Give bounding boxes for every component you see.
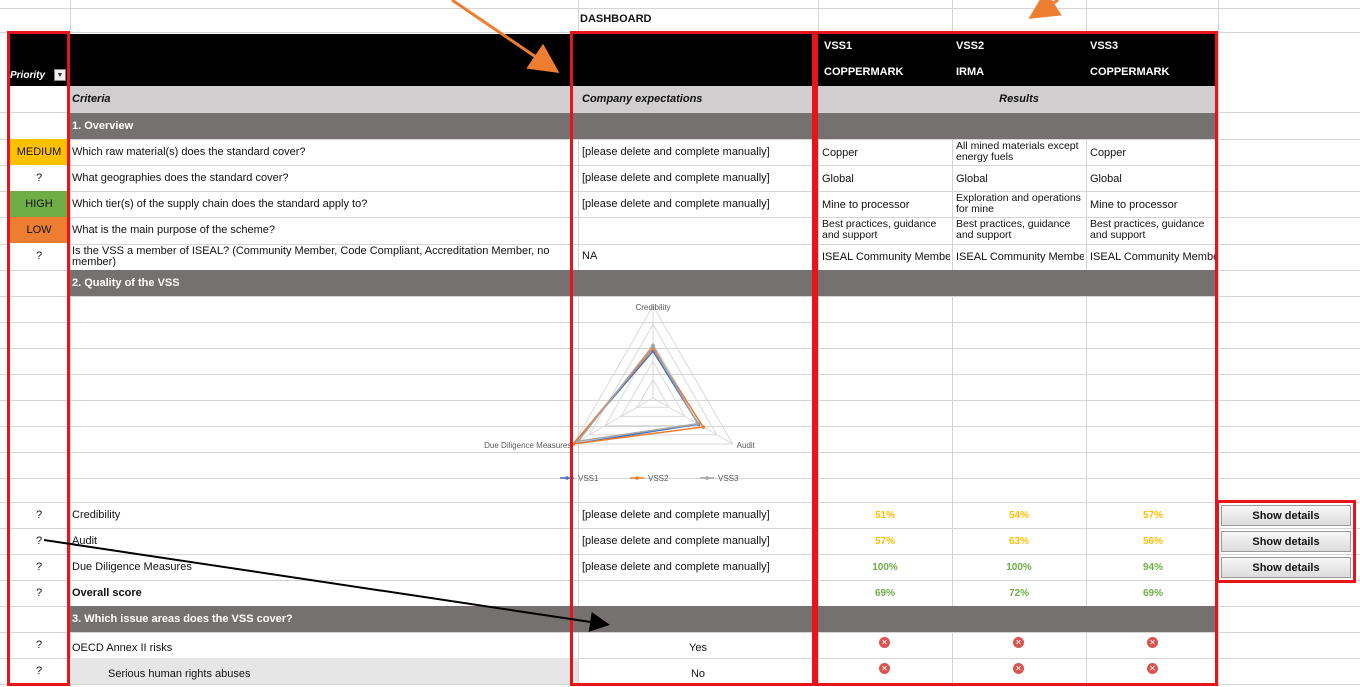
arrow-overlay [43,0,1062,632]
arrow-to-results [1028,0,1062,19]
arrow-to-issue-areas [43,539,610,632]
arrow-to-expectations [451,0,560,74]
